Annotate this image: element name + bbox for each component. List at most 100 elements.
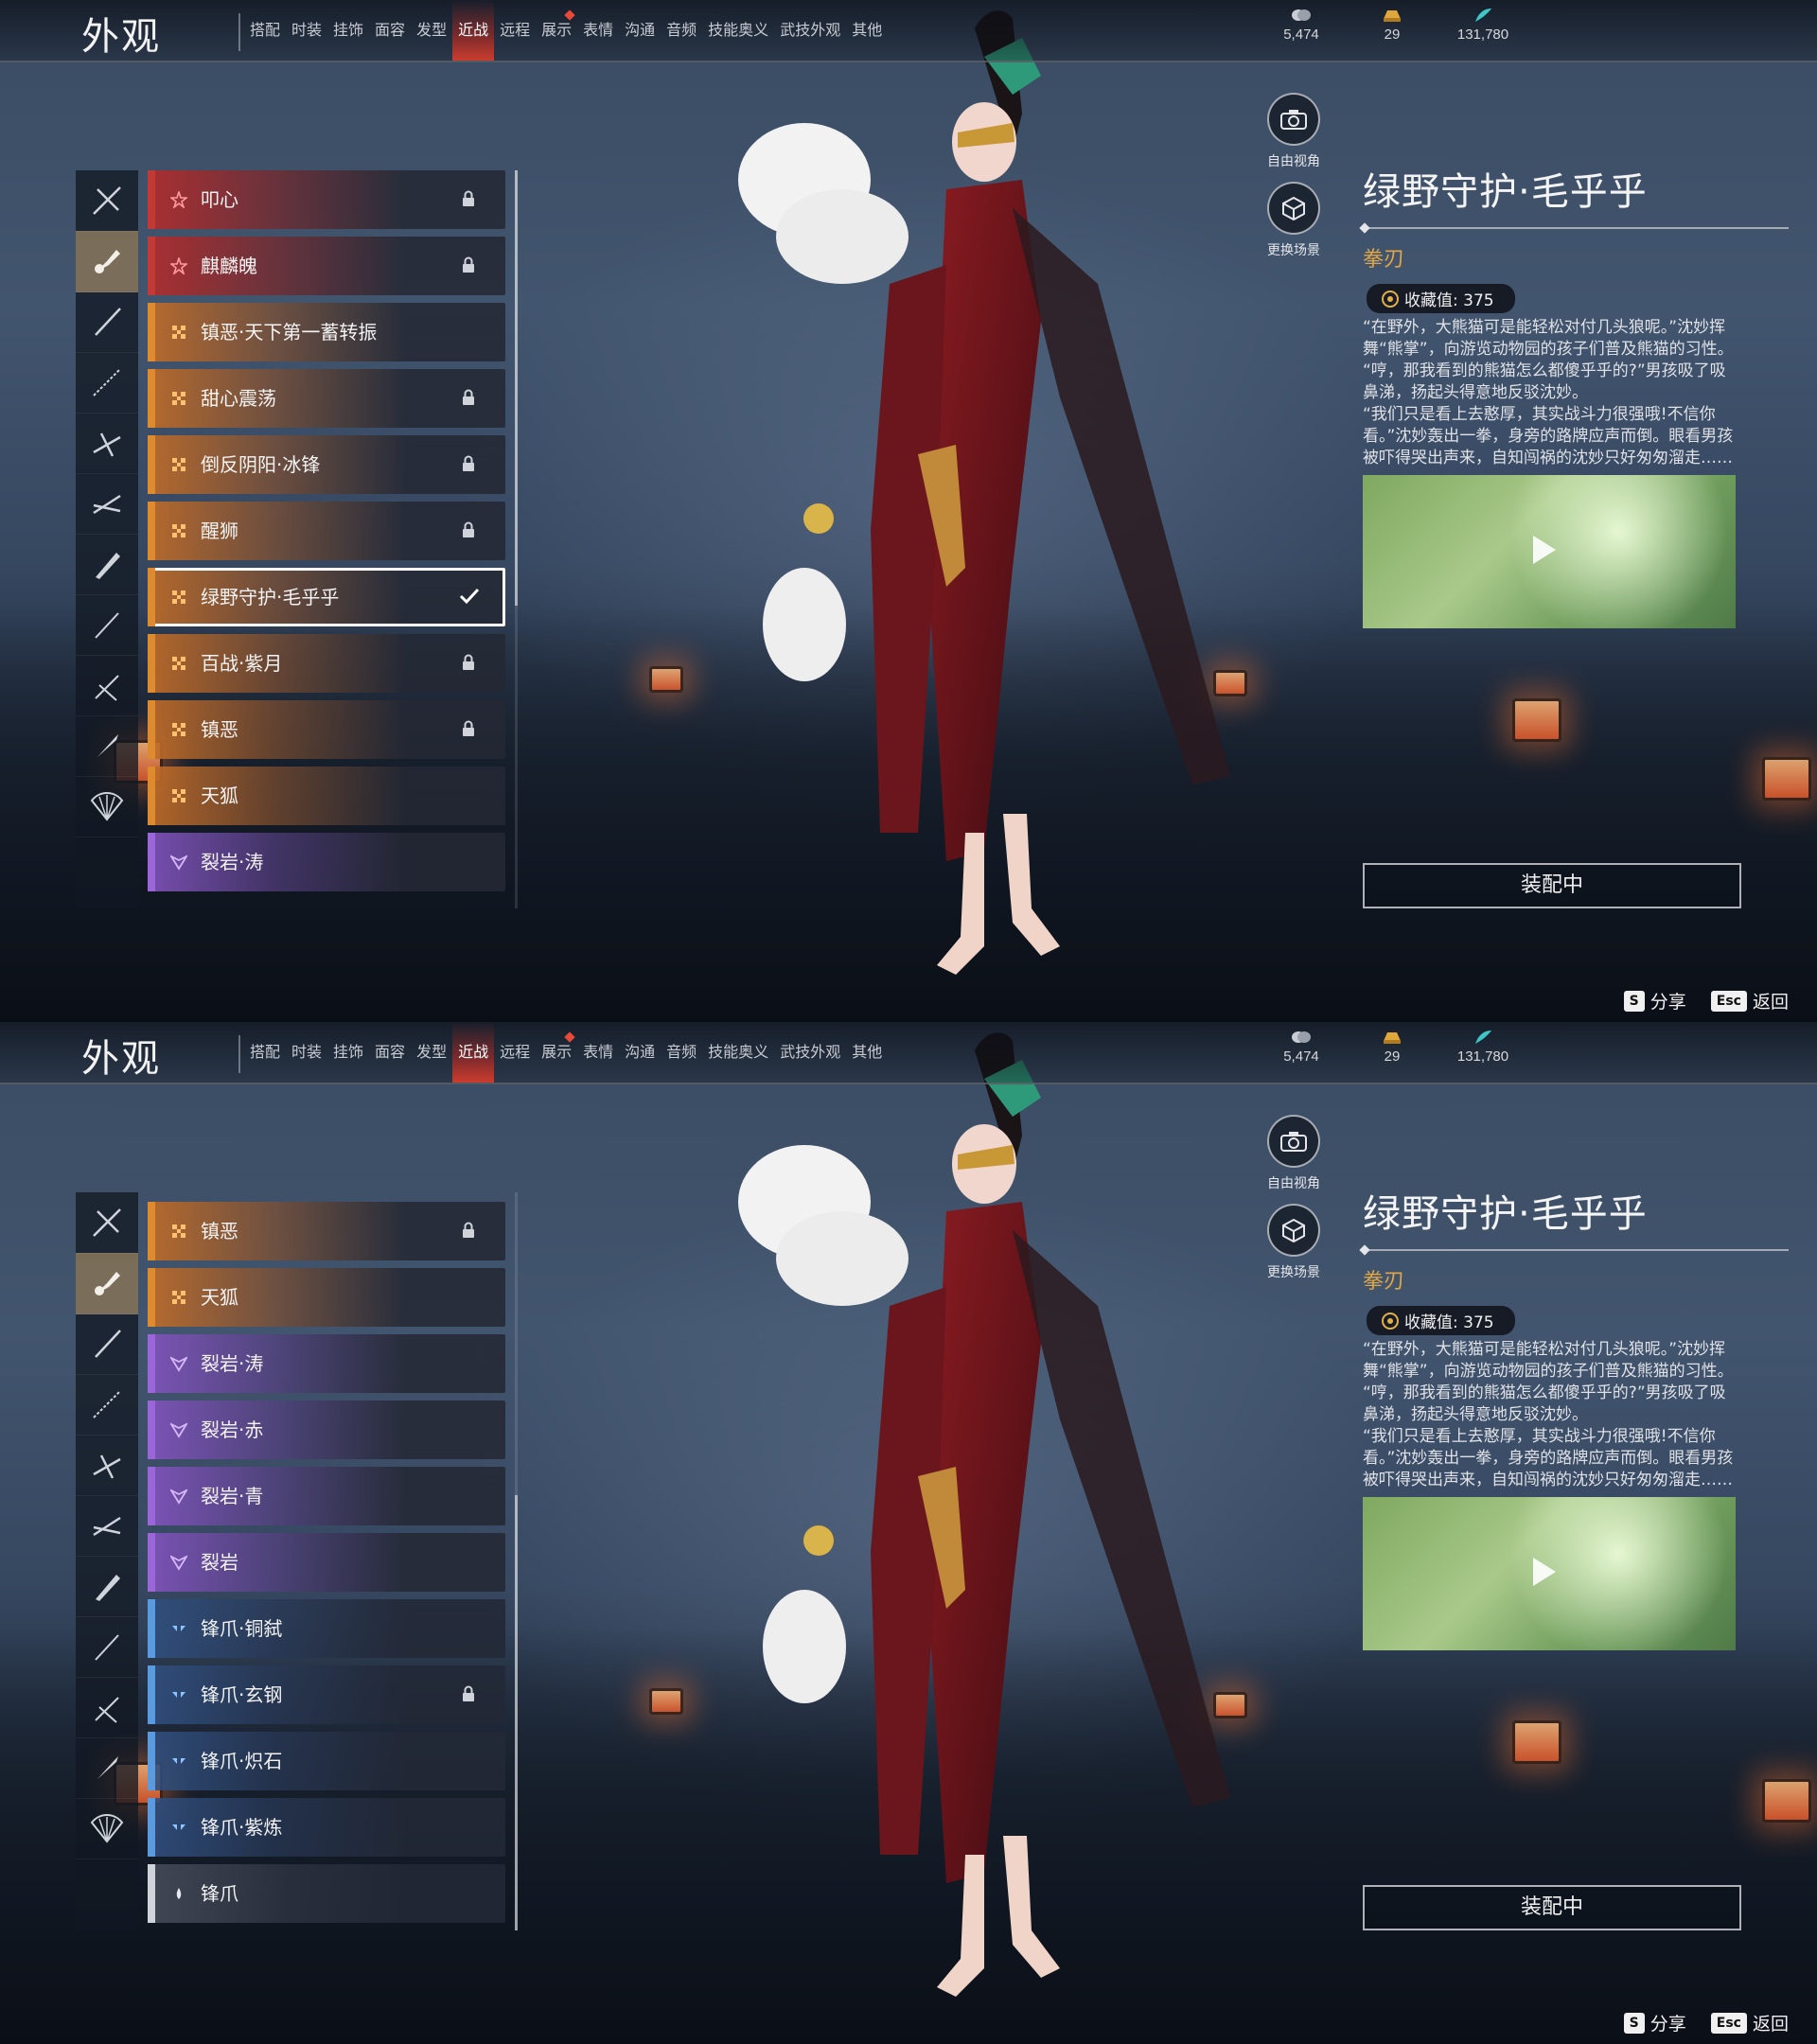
share-hint[interactable]: S 分享: [1623, 988, 1686, 1013]
appearance-item-row[interactable]: 天狐: [148, 766, 505, 825]
equipped-button[interactable]: 装配中: [1363, 1885, 1741, 1930]
rarity-purple-icon: [168, 1554, 189, 1571]
share-hint[interactable]: S 分享: [1623, 2010, 1686, 2035]
play-icon[interactable]: [1533, 536, 1556, 564]
back-hint[interactable]: Esc 返回: [1710, 2010, 1789, 2035]
twin-swords-icon[interactable]: [76, 655, 138, 716]
long-spear-icon[interactable]: [76, 1374, 138, 1436]
tab-hairstyle[interactable]: 发型: [411, 0, 452, 61]
crossed-spear-icon[interactable]: [76, 1192, 138, 1254]
camera-icon: [1267, 1115, 1320, 1168]
broadsword-icon[interactable]: [76, 1556, 138, 1617]
share-key: S: [1623, 2012, 1645, 2034]
appearance-item-row[interactable]: 镇恶: [148, 1202, 505, 1260]
tab-hairstyle[interactable]: 发型: [411, 1022, 452, 1083]
sword-icon[interactable]: [76, 291, 138, 353]
rarity-bar: [148, 1732, 155, 1790]
title-divider-line: [1363, 1249, 1789, 1251]
glaive-icon[interactable]: [76, 413, 138, 474]
tab-display[interactable]: 展示: [536, 1022, 577, 1083]
dagger-icon[interactable]: [76, 715, 138, 777]
tab-melee[interactable]: 近战: [452, 0, 495, 61]
change-scene-button[interactable]: 更换场景: [1251, 1204, 1336, 1281]
sword-icon[interactable]: [76, 1313, 138, 1375]
fan-icon[interactable]: [76, 776, 138, 837]
tab-ranged[interactable]: 远程: [494, 0, 536, 61]
appearance-item-row[interactable]: 裂岩·涛: [148, 833, 505, 891]
appearance-item-row[interactable]: 锋爪·紫炼: [148, 1798, 505, 1857]
appearance-item-row[interactable]: 醒狮: [148, 502, 505, 560]
long-spear-icon[interactable]: [76, 352, 138, 414]
dagger-icon[interactable]: [76, 1737, 138, 1799]
tab-face[interactable]: 面容: [369, 1022, 411, 1083]
scrollbar-thumb[interactable]: [515, 170, 518, 606]
dual-blades-icon[interactable]: [76, 1495, 138, 1557]
staff-icon[interactable]: [76, 594, 138, 656]
item-name: 麒麟魄: [201, 255, 257, 277]
back-hint[interactable]: Esc 返回: [1710, 988, 1789, 1013]
tab-martial-appearance[interactable]: 武技外观: [774, 1022, 846, 1083]
appearance-item-row[interactable]: 百战·紫月: [148, 634, 505, 693]
appearance-item-row[interactable]: 锋爪·铜弑: [148, 1599, 505, 1658]
fan-icon[interactable]: [76, 1798, 138, 1859]
free-camera-button[interactable]: 自由视角: [1251, 1115, 1336, 1192]
dual-blades-icon[interactable]: [76, 473, 138, 535]
appearance-item-row[interactable]: 裂岩·青: [148, 1467, 505, 1525]
tab-communicate[interactable]: 沟通: [619, 0, 661, 61]
appearance-item-row[interactable]: 绿野守护·毛乎乎: [148, 568, 505, 626]
appearance-item-row[interactable]: 叩心: [148, 170, 505, 229]
tab-face[interactable]: 面容: [369, 0, 411, 61]
tab-display[interactable]: 展示: [536, 0, 577, 61]
tab-other[interactable]: 其他: [846, 0, 888, 61]
tab-ranged[interactable]: 远程: [494, 1022, 536, 1083]
rarity-blue-icon: [170, 1819, 187, 1836]
appearance-item-row[interactable]: 甜心震荡: [148, 369, 505, 428]
tab-skill-ultimate[interactable]: 技能奥义: [702, 1022, 774, 1083]
tab-fashion[interactable]: 时装: [286, 0, 327, 61]
twin-swords-icon[interactable]: [76, 1677, 138, 1738]
lantern-decoration: [1762, 1779, 1811, 1823]
tab-skill-ultimate[interactable]: 技能奥义: [702, 0, 774, 61]
change-scene-button[interactable]: 更换场景: [1251, 182, 1336, 259]
tab-melee[interactable]: 近战: [452, 1022, 495, 1083]
appearance-item-row[interactable]: 倒反阴阳·冰锋: [148, 435, 505, 494]
rarity-orange-icon: [170, 589, 187, 606]
appearance-item-row[interactable]: 镇恶·天下第一蓄转振: [148, 303, 505, 361]
preview-video-thumbnail[interactable]: [1363, 475, 1736, 628]
tab-outfit-set[interactable]: 搭配: [244, 0, 286, 61]
appearance-item-row[interactable]: 麒麟魄: [148, 237, 505, 295]
scene-cube-icon: [1267, 182, 1320, 235]
free-camera-button[interactable]: 自由视角: [1251, 93, 1336, 170]
tab-emote[interactable]: 表情: [577, 0, 619, 61]
appearance-item-row[interactable]: 天狐: [148, 1268, 505, 1327]
equipped-button[interactable]: 装配中: [1363, 863, 1741, 908]
glaive-icon[interactable]: [76, 1435, 138, 1496]
appearance-item-row[interactable]: 镇恶: [148, 700, 505, 759]
appearance-item-row[interactable]: 裂岩: [148, 1533, 505, 1592]
tab-communicate[interactable]: 沟通: [619, 1022, 661, 1083]
appearance-item-row[interactable]: 锋爪·玄钢: [148, 1665, 505, 1724]
appearance-item-row[interactable]: 裂岩·赤: [148, 1401, 505, 1459]
staff-icon[interactable]: [76, 1616, 138, 1678]
broadsword-icon[interactable]: [76, 534, 138, 595]
scrollbar-thumb[interactable]: [515, 1495, 518, 1930]
tab-accessory[interactable]: 挂饰: [327, 1022, 369, 1083]
tab-emote[interactable]: 表情: [577, 1022, 619, 1083]
appearance-item-row[interactable]: 裂岩·涛: [148, 1334, 505, 1393]
tab-martial-appearance[interactable]: 武技外观: [774, 0, 846, 61]
tab-other[interactable]: 其他: [846, 1022, 888, 1083]
play-icon[interactable]: [1533, 1558, 1556, 1586]
appearance-item-row[interactable]: 锋爪·炽石: [148, 1732, 505, 1790]
tab-outfit-set[interactable]: 搭配: [244, 1022, 286, 1083]
appearance-item-row[interactable]: 锋爪: [148, 1864, 505, 1923]
tab-audio[interactable]: 音频: [661, 0, 702, 61]
fist-blade-icon[interactable]: [76, 1253, 138, 1314]
fist-blade-icon[interactable]: [76, 231, 138, 292]
tab-fashion[interactable]: 时装: [286, 1022, 327, 1083]
tab-accessory[interactable]: 挂饰: [327, 0, 369, 61]
crossed-spear-icon[interactable]: [76, 170, 138, 232]
preview-video-thumbnail[interactable]: [1363, 1497, 1736, 1650]
character-model[interactable]: [700, 1022, 1287, 2044]
tab-audio[interactable]: 音频: [661, 1022, 702, 1083]
character-model[interactable]: [700, 0, 1287, 1022]
